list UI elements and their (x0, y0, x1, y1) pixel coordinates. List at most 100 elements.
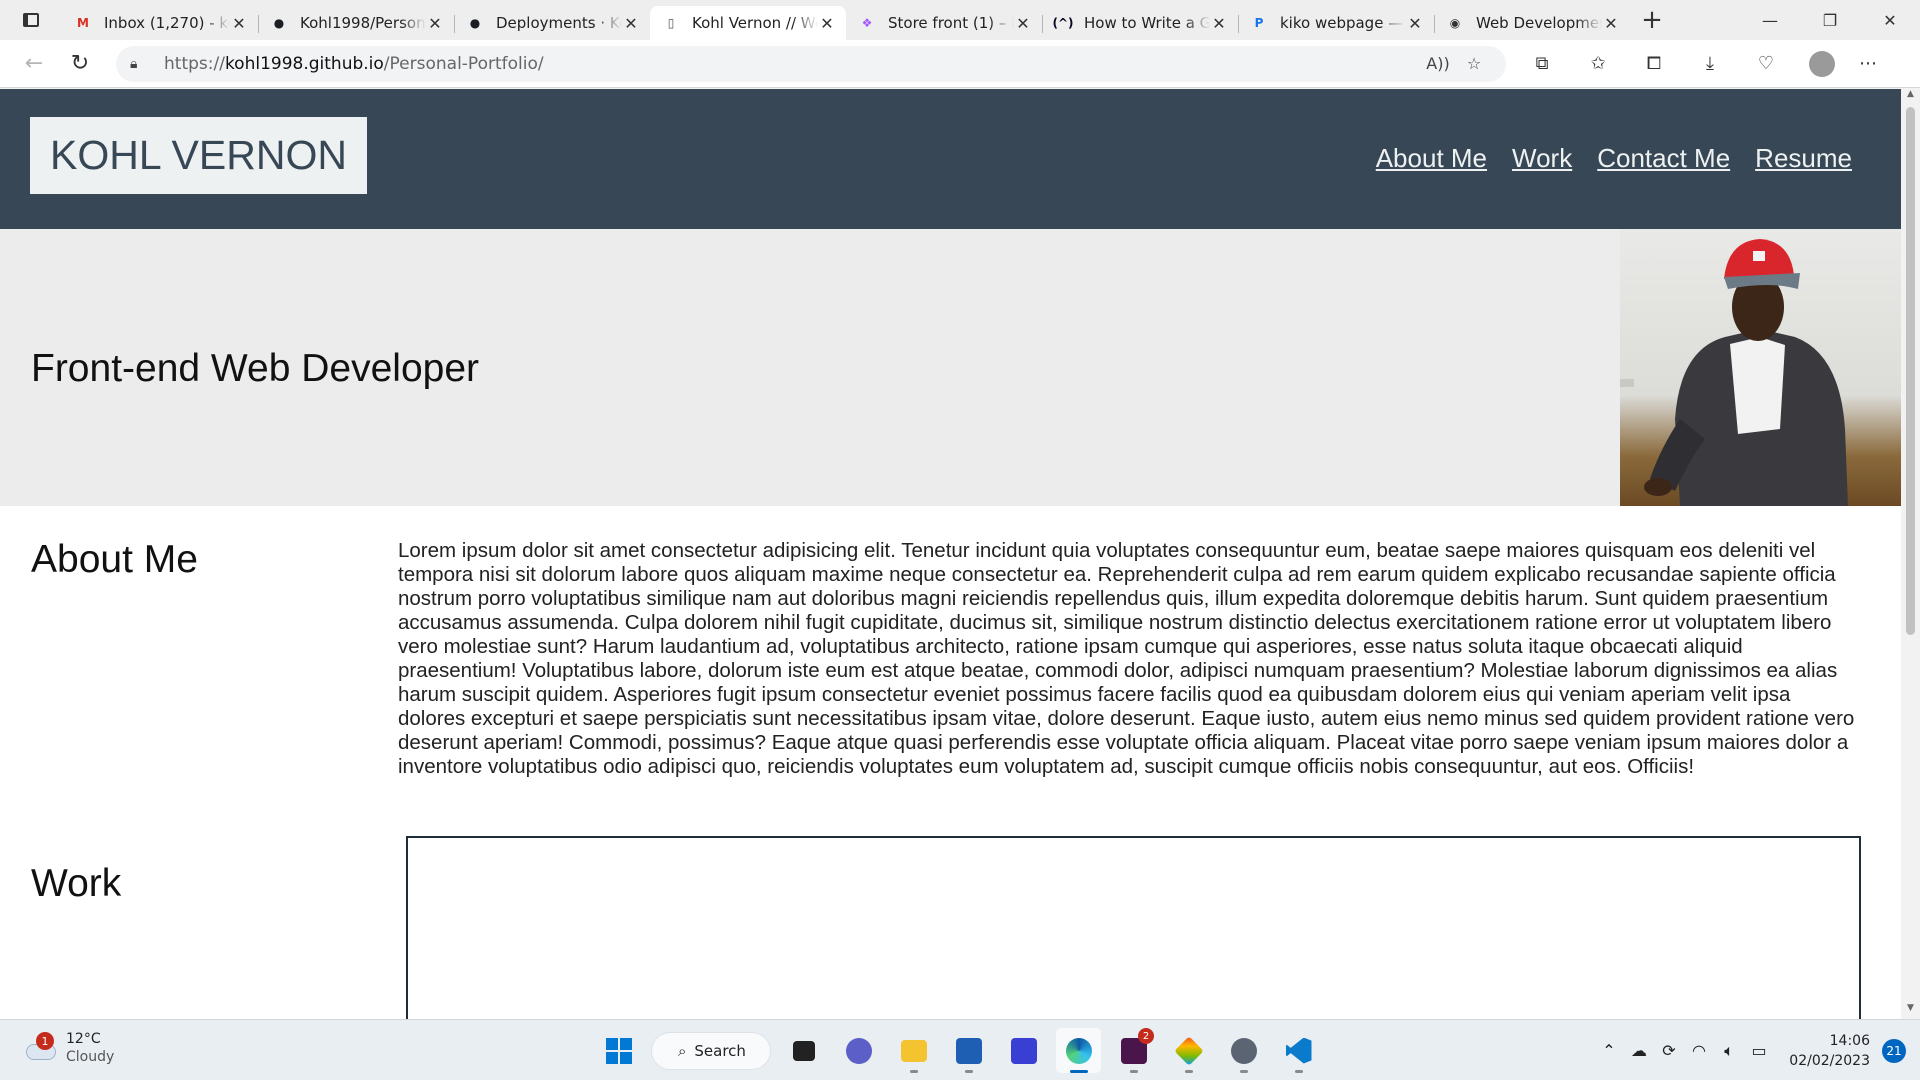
site-logo[interactable]: KOHL VERNON (30, 117, 367, 194)
page-icon: ▯ (667, 16, 675, 30)
tab-close-icon[interactable]: ✕ (622, 14, 640, 33)
browser-tab[interactable]: M Inbox (1,270) - kohl✕ (62, 6, 258, 40)
address-bar[interactable]: 🔒︎ https://kohl1998.github.io/Personal-P… (116, 45, 1506, 82)
windows-taskbar: 1 12°C Cloudy ⌕ Search 2 ⌃ ☁ ⟳ ◠ 🔈︎ ▭ 14… (0, 1019, 1920, 1080)
edge-icon (1065, 1037, 1092, 1064)
freecodecamp-icon: (^) (1052, 16, 1074, 30)
figma-icon: ❖ (861, 16, 873, 30)
pastebin-icon: P (1254, 16, 1264, 30)
scroll-thumb[interactable] (1906, 107, 1915, 635)
pen-app-icon (1010, 1037, 1037, 1064)
hero-title: Front-end Web Developer (31, 347, 480, 390)
close-window-button[interactable]: ✕ (1860, 0, 1920, 40)
tab-close-icon[interactable]: ✕ (818, 14, 836, 33)
browser-tab[interactable]: (^) How to Write a Good✕ (1042, 6, 1238, 40)
start-button[interactable] (596, 1028, 641, 1073)
back-arrow-icon: ← (24, 51, 44, 76)
tab-title: Store front (1) – Figma (888, 14, 1014, 32)
ms-store-button[interactable] (946, 1028, 991, 1073)
browser-tab[interactable]: ● Kohl1998/Personal-Portfolio✕ (258, 6, 454, 40)
vscode-button[interactable] (1276, 1028, 1321, 1073)
work-section: Work (0, 836, 1901, 1019)
hyper-app-button[interactable] (1001, 1028, 1046, 1073)
tab-title: Inbox (1,270) - kohl (104, 14, 230, 32)
browser-tab[interactable]: Pkiko webpage — Pastebin✕ (1238, 6, 1434, 40)
task-view-button[interactable] (781, 1028, 826, 1073)
restore-button[interactable]: ❐ (1800, 0, 1860, 40)
file-explorer-button[interactable] (891, 1028, 936, 1073)
hero-section: Front-end Web Developer (0, 229, 1901, 506)
browser-tab[interactable]: ◉ Web Development ✕ (1434, 6, 1630, 40)
tab-close-icon[interactable]: ✕ (1602, 14, 1620, 33)
slack-button[interactable]: 2 (1111, 1028, 1156, 1073)
settings-button[interactable] (1221, 1028, 1266, 1073)
battery-icon[interactable]: ▭ (1744, 1041, 1774, 1060)
app-badge: 2 (1138, 1028, 1154, 1044)
browser-tab[interactable]: ❖ Store front (1) – Figma✕ (846, 6, 1042, 40)
task-view-icon (792, 1040, 815, 1061)
about-paragraph: Lorem ipsum dolor sit amet consectetur a… (398, 539, 1855, 778)
sync-icon[interactable]: ⟳ (1654, 1041, 1684, 1060)
wifi-icon[interactable]: ◠ (1684, 1041, 1714, 1060)
tab-close-icon[interactable]: ✕ (230, 14, 248, 33)
teams-chat-button[interactable] (836, 1028, 881, 1073)
minimize-button[interactable]: — (1740, 0, 1800, 40)
tab-close-icon[interactable]: ✕ (1406, 14, 1424, 33)
nav-link-about-me[interactable]: About Me (1376, 143, 1487, 174)
gear-icon (1230, 1037, 1257, 1064)
browser-tab[interactable]: ▯ Kohl Vernon // Web✕ (650, 6, 846, 40)
refresh-button[interactable]: ↻ (58, 44, 102, 84)
system-tray: ⌃ ☁ ⟳ ◠ 🔈︎ ▭ 14:06 02/02/2023 21 (1594, 1020, 1920, 1080)
clock-time: 14:06 (1829, 1032, 1870, 1049)
tab-actions-button[interactable] (0, 0, 62, 40)
tab-title: Kohl Vernon // Web (692, 14, 818, 32)
tray-overflow-icon[interactable]: ⌃ (1594, 1041, 1624, 1060)
search-label: Search (694, 1041, 746, 1060)
about-section: About Me Lorem ipsum dolor sit amet cons… (0, 506, 1901, 836)
search-icon: ⌕ (678, 1041, 687, 1060)
nav-link-contact-me[interactable]: Contact Me (1597, 143, 1730, 174)
folder-icon (900, 1039, 927, 1062)
nav-link-work[interactable]: Work (1512, 143, 1572, 174)
onedrive-icon[interactable]: ☁ (1624, 1041, 1654, 1060)
browser-essentials-icon[interactable]: ♡ (1738, 53, 1794, 74)
bootcamp-icon: ◉ (1449, 16, 1461, 30)
store-icon (955, 1037, 982, 1064)
page-scrollbar[interactable]: ▲ ▼ (1901, 89, 1920, 1019)
tab-close-icon[interactable]: ✕ (1210, 14, 1228, 33)
url-path: /Personal-Portfolio/ (383, 53, 544, 74)
browser-tabstrip: MInbox (1,270) - kohl✕●Kohl1998/Personal… (0, 0, 1920, 40)
scroll-up-icon[interactable]: ▲ (1901, 89, 1920, 103)
nav-link-resume[interactable]: Resume (1755, 143, 1852, 174)
add-favorite-icon[interactable]: ☆ (1456, 54, 1492, 73)
work-card[interactable] (406, 836, 1861, 1019)
collections-icon[interactable]: ⧠ (1626, 53, 1682, 74)
tab-close-icon[interactable]: ✕ (1014, 14, 1032, 33)
url-text[interactable]: https://kohl1998.github.io/Personal-Port… (164, 54, 1420, 74)
browser-tab[interactable]: ● Deployments · Kohl✕ (454, 6, 650, 40)
back-button[interactable]: ← (12, 44, 56, 84)
notification-badge[interactable]: 21 (1882, 1038, 1906, 1063)
site-nav: About Me Work Contact Me Resume (1376, 143, 1852, 174)
taskbar-clock[interactable]: 14:06 02/02/2023 (1784, 1031, 1870, 1071)
favorites-icon[interactable]: ✩ (1570, 53, 1626, 74)
profile-photo-figure (1620, 239, 1848, 506)
extensions-icon[interactable]: ⧉ (1514, 53, 1570, 74)
read-aloud-icon[interactable]: A)) (1420, 54, 1456, 73)
work-title: Work (31, 862, 122, 905)
git-client-button[interactable] (1166, 1028, 1211, 1073)
taskbar-search[interactable]: ⌕ Search (651, 1031, 771, 1070)
settings-menu-icon[interactable]: ⋯ (1850, 53, 1886, 74)
tab-title: How to Write a Good (1084, 14, 1210, 32)
edge-button[interactable] (1056, 1028, 1101, 1073)
scroll-down-icon[interactable]: ▼ (1901, 1003, 1920, 1017)
volume-icon[interactable]: 🔈︎ (1714, 1041, 1744, 1061)
downloads-icon[interactable]: ⤓ (1682, 53, 1738, 74)
new-tab-button[interactable]: + (1630, 5, 1674, 35)
profile-avatar[interactable] (1809, 50, 1835, 77)
tab-close-icon[interactable]: ✕ (426, 14, 444, 33)
tab-title: kiko webpage — Pastebin (1280, 14, 1406, 32)
about-title: About Me (31, 538, 198, 581)
tab-title: Deployments · Kohl (496, 14, 622, 32)
weather-widget[interactable]: 1 12°C Cloudy (22, 1030, 114, 1066)
